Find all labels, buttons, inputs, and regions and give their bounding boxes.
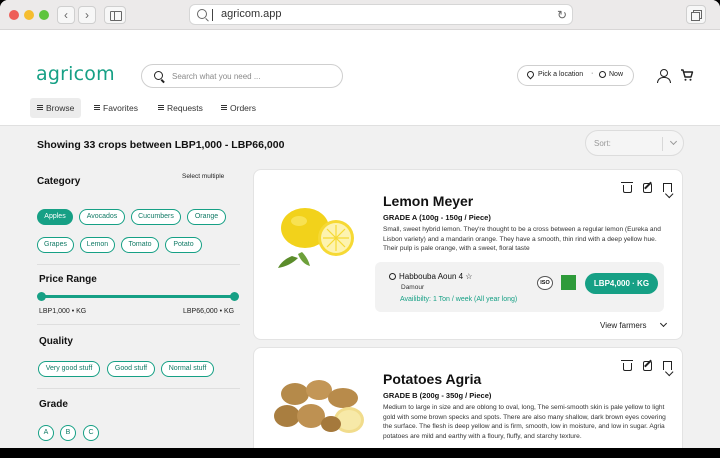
search-input[interactable] [172,69,332,83]
quality-chip-very-good[interactable]: Very good stuff [38,361,100,377]
list-icon [158,105,164,110]
forward-button[interactable]: › [78,6,96,24]
time-label: Now [609,71,624,78]
quality-title: Quality [39,336,73,347]
sidebar-toggle-icon[interactable] [104,6,126,24]
logo[interactable]: agricom [36,63,115,85]
product-title: Lemon Meyer [383,193,474,209]
nav-label: Orders [230,103,256,113]
grade-chip-a[interactable]: A [38,425,54,441]
main-content: Showing 33 crops between LBP1,000 - LBP6… [0,127,720,448]
info-icon [389,273,396,280]
lemon-image [278,208,354,268]
reload-icon[interactable]: ↻ [557,8,567,22]
tabs-overview-icon[interactable] [686,5,706,24]
edit-icon[interactable] [643,361,652,371]
clock-icon [599,71,606,78]
product-card[interactable]: Potatoes Agria GRADE B (200g - 350g / Pi… [253,347,683,448]
chevron-down-icon[interactable] [659,319,668,328]
price-button[interactable]: LBP4,000 · KG [585,273,658,294]
view-farmers-link[interactable]: View farmers [600,321,647,330]
nav-requests[interactable]: Requests [151,98,203,118]
category-chip-apples[interactable]: Apples [37,209,73,225]
nav-label: Favorites [103,103,138,113]
bookmark-icon[interactable] [663,361,672,370]
seller-offer: Habbouba Aoun 4 ☆ Damour Availibilty: 1 … [375,262,664,312]
category-chip-cucumbers[interactable]: Cucumbers [131,209,181,225]
price-min-label: LBP1,000 • KG [39,308,87,315]
text-cursor [212,9,213,21]
product-card[interactable]: Lemon Meyer GRADE A (100g - 150g / Piece… [253,169,683,340]
location-pin-icon [525,69,536,80]
address-bar[interactable]: agricom.app ↻ [189,4,573,25]
delete-icon[interactable] [621,182,633,193]
grade-chip-b[interactable]: B [60,425,76,441]
edit-icon[interactable] [643,183,652,193]
user-icon[interactable] [656,69,671,83]
category-chip-orange[interactable]: Orange [187,209,226,225]
location-label: Pick a location [538,71,584,78]
delete-icon[interactable] [621,360,633,371]
category-chip-potato[interactable]: Potato [165,237,202,253]
search-box[interactable] [141,64,343,88]
results-summary: Showing 33 crops between LBP1,000 - LBP6… [37,139,285,151]
location-time-picker[interactable]: Pick a location · Now [517,65,634,86]
price-range-track[interactable] [41,295,234,298]
close-window-button[interactable] [9,10,19,20]
browser-window: ‹ › agricom.app ↻ agricom Pick a locatio… [0,0,720,448]
list-icon [221,105,227,110]
grade-title: Grade [39,399,68,410]
category-chip-grapes[interactable]: Grapes [37,237,74,253]
back-button[interactable]: ‹ [57,6,75,24]
category-chip-avocados[interactable]: Avocados [79,209,125,225]
availability: Availibilty: 1 Ton / week (All year long… [400,296,518,303]
price-max-label: LBP66,000 • KG [183,308,235,315]
divider [37,264,240,265]
product-grade: GRADE A (100g - 150g / Piece) [383,213,491,222]
iso-badge: ISO [537,276,553,290]
browser-toolbar: ‹ › agricom.app ↻ [0,0,720,30]
seller-name-text: Habbouba Aoun 4 ☆ [399,272,473,281]
quality-chip-good[interactable]: Good stuff [107,361,155,377]
price-range-title: Price Range [39,274,97,285]
separator: · [591,70,594,77]
maximize-window-button[interactable] [39,10,49,20]
category-title: Category [37,176,81,187]
list-icon [37,105,43,110]
price-max-handle[interactable] [229,292,239,301]
divider [662,137,663,151]
grade-chip-c[interactable]: C [83,425,99,441]
app-header: agricom Pick a location · Now Browse [0,30,720,126]
category-chip-lemon[interactable]: Lemon [80,237,115,253]
product-grade: GRADE B (200g - 350g / Piece) [383,391,492,400]
category-chip-tomato[interactable]: Tomato [121,237,159,253]
nav-label: Requests [167,103,203,113]
potatoes-image [274,380,364,433]
list-icon [94,105,100,110]
search-icon [154,71,163,80]
select-multiple-hint: Select multiple [182,173,225,180]
cart-icon[interactable] [680,68,694,82]
bookmark-icon[interactable] [663,183,672,192]
seller-town: Damour [401,284,425,291]
product-title: Potatoes Agria [383,371,482,387]
certification-badge-icon [561,275,576,290]
sort-label: Sort: [594,139,611,148]
quality-chip-normal[interactable]: Normal stuff [161,361,214,377]
nav-orders[interactable]: Orders [214,98,256,118]
sort-select[interactable]: Sort: [585,130,684,156]
nav-browse[interactable]: Browse [30,98,81,118]
price-min-handle[interactable] [36,292,46,301]
chevron-down-icon [669,137,678,146]
seller-name: Habbouba Aoun 4 ☆ [389,272,472,281]
search-icon [197,9,207,19]
nav-label: Browse [46,103,75,113]
product-description: Medium to large in size and are oblong t… [383,404,666,440]
url-text: agricom.app [221,8,282,20]
product-description: Small, sweet hybrid lemon. They're thoug… [383,226,661,252]
divider [37,388,240,389]
minimize-window-button[interactable] [24,10,34,20]
divider [37,324,240,325]
nav-favorites[interactable]: Favorites [87,98,138,118]
